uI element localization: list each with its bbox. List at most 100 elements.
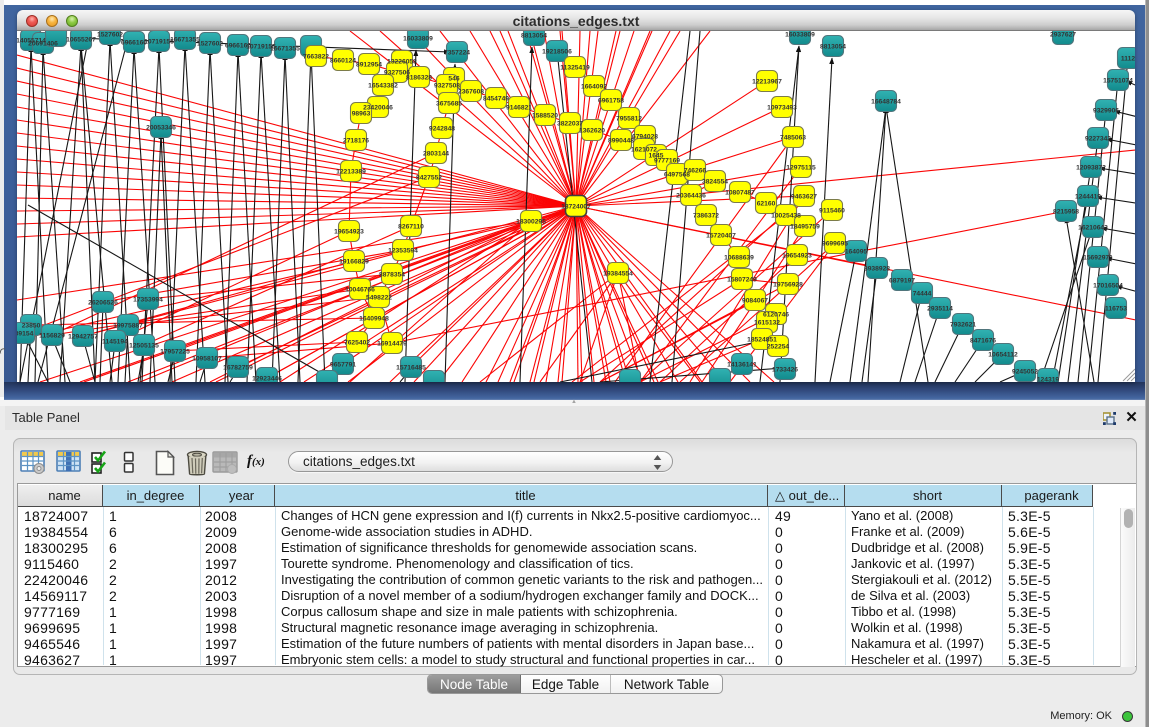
svg-text:18724007: 18724007 (561, 204, 591, 211)
svg-text:9657791: 9657791 (330, 362, 356, 369)
svg-text:10046766: 10046766 (345, 287, 375, 294)
svg-text:12213967: 12213967 (752, 79, 782, 86)
svg-text:16914479: 16914479 (377, 341, 407, 348)
svg-text:9146821: 9146821 (506, 105, 532, 112)
svg-text:6120746: 6120746 (763, 312, 789, 319)
svg-text:8454749: 8454749 (483, 96, 509, 103)
svg-text:19166829: 19166829 (339, 259, 369, 266)
svg-text:12975115: 12975115 (786, 165, 816, 172)
svg-text:8660124: 8660124 (330, 58, 356, 65)
svg-text:9115460: 9115460 (819, 208, 845, 215)
svg-text:16033809: 16033809 (785, 32, 815, 39)
svg-text:9327508: 9327508 (434, 83, 460, 90)
svg-text:12942757: 12942757 (68, 334, 98, 341)
svg-text:9227342: 9227342 (1085, 136, 1111, 143)
svg-text:19218506: 19218506 (542, 49, 572, 56)
svg-text:15716485: 15716485 (396, 365, 426, 372)
svg-text:15807249: 15807249 (727, 277, 757, 284)
svg-text:12353594: 12353594 (388, 248, 418, 255)
svg-text:2935114: 2935114 (927, 306, 953, 313)
svg-text:16210643: 16210643 (1078, 225, 1108, 232)
svg-text:19654923: 19654923 (334, 229, 364, 236)
svg-text:1527602: 1527602 (197, 41, 223, 48)
svg-text:5498222: 5498222 (366, 295, 392, 302)
svg-text:10654112: 10654112 (988, 352, 1018, 359)
svg-text:26206526: 26206526 (88, 300, 118, 307)
svg-text:9084067: 9084067 (742, 298, 768, 305)
svg-text:20691406: 20691406 (28, 41, 58, 48)
svg-text:15720407: 15720407 (706, 233, 736, 240)
svg-text:8471676: 8471676 (970, 338, 996, 345)
svg-text:19384554: 19384554 (603, 271, 633, 278)
svg-text:10958107: 10958107 (192, 356, 222, 363)
svg-text:15751074: 15751074 (1103, 78, 1133, 85)
svg-text:9463627: 9463627 (791, 194, 817, 201)
svg-text:8990448: 8990448 (608, 138, 634, 145)
svg-text:6879197: 6879197 (889, 278, 915, 285)
svg-text:1145194: 1145194 (102, 339, 128, 346)
svg-text:2937627: 2937627 (1050, 32, 1076, 39)
svg-text:16671355: 16671355 (270, 46, 300, 53)
svg-text:3824554: 3824554 (702, 179, 728, 186)
svg-text:62160: 62160 (757, 201, 776, 208)
svg-text:116753: 116753 (1105, 306, 1127, 313)
svg-text:1362620: 1362620 (579, 128, 605, 135)
svg-text:20053346: 20053346 (146, 125, 176, 132)
svg-text:17353994: 17353994 (133, 297, 163, 304)
svg-text:16409948: 16409948 (359, 316, 389, 323)
svg-text:7932621: 7932621 (950, 322, 976, 329)
svg-text:8878354: 8878354 (379, 272, 405, 279)
svg-text:10655267: 10655267 (66, 37, 96, 44)
svg-text:12505135: 12505135 (129, 343, 159, 350)
svg-text:8912954: 8912954 (356, 62, 382, 69)
svg-text:12093872: 12093872 (1076, 165, 1106, 172)
svg-text:9329906: 9329906 (1093, 108, 1119, 115)
svg-text:1156829: 1156829 (39, 333, 65, 340)
svg-text:16671355: 16671355 (170, 37, 200, 44)
svg-text:18300295: 18300295 (516, 219, 546, 226)
svg-text:20364436: 20364436 (676, 193, 706, 200)
svg-text:9242848: 9242848 (429, 126, 455, 133)
svg-text:3822037: 3822037 (557, 121, 583, 128)
svg-text:18495759: 18495759 (790, 224, 820, 231)
svg-text:8215958: 8215958 (1053, 209, 1079, 216)
svg-text:17957225: 17957225 (160, 349, 190, 356)
svg-text:23850: 23850 (22, 323, 41, 330)
svg-text:19654923: 19654923 (782, 253, 812, 260)
svg-text:746266: 746266 (684, 168, 707, 175)
svg-text:7386372: 7386372 (693, 213, 719, 220)
svg-text:6794028: 6794028 (632, 134, 658, 141)
svg-text:16033809: 16033809 (403, 36, 433, 43)
svg-text:10025438: 10025438 (771, 213, 801, 220)
svg-text:8427552: 8427552 (416, 175, 442, 182)
svg-text:1244419: 1244419 (1075, 194, 1101, 201)
svg-text:12213389: 12213389 (336, 169, 366, 176)
svg-text:7955812: 7955812 (616, 116, 642, 123)
svg-text:19975887: 19975887 (113, 323, 143, 330)
svg-text:546: 546 (448, 76, 459, 83)
svg-text:74444: 74444 (913, 291, 932, 298)
svg-text:11325419: 11325419 (560, 65, 590, 72)
svg-text:1527602: 1527602 (97, 32, 123, 39)
svg-text:12923446: 12923446 (252, 376, 282, 383)
svg-text:2803144: 2803144 (423, 151, 449, 158)
svg-text:8267110: 8267110 (398, 224, 424, 231)
svg-text:7357224: 7357224 (444, 50, 470, 57)
svg-text:8813054: 8813054 (521, 33, 547, 40)
svg-text:1664092: 1664092 (581, 84, 607, 91)
svg-text:9699695: 9699695 (822, 241, 848, 248)
svg-text:19756928: 19756928 (773, 282, 803, 289)
svg-text:16782759: 16782759 (223, 365, 253, 372)
svg-text:18524851: 18524851 (747, 337, 777, 344)
svg-text:8938928: 8938928 (864, 266, 890, 273)
svg-text:164095: 164095 (845, 249, 868, 256)
svg-text:14136141: 14136141 (727, 362, 757, 369)
svg-text:16648784: 16648784 (871, 99, 901, 106)
svg-text:252254: 252254 (767, 344, 790, 351)
svg-text:9245052: 9245052 (1012, 369, 1038, 376)
svg-text:39154: 39154 (17, 331, 34, 338)
svg-text:7663822: 7663822 (303, 54, 329, 61)
svg-text:124319: 124319 (1037, 377, 1060, 383)
svg-text:10688639: 10688639 (724, 255, 754, 262)
svg-text:17016504: 17016504 (1093, 283, 1123, 290)
